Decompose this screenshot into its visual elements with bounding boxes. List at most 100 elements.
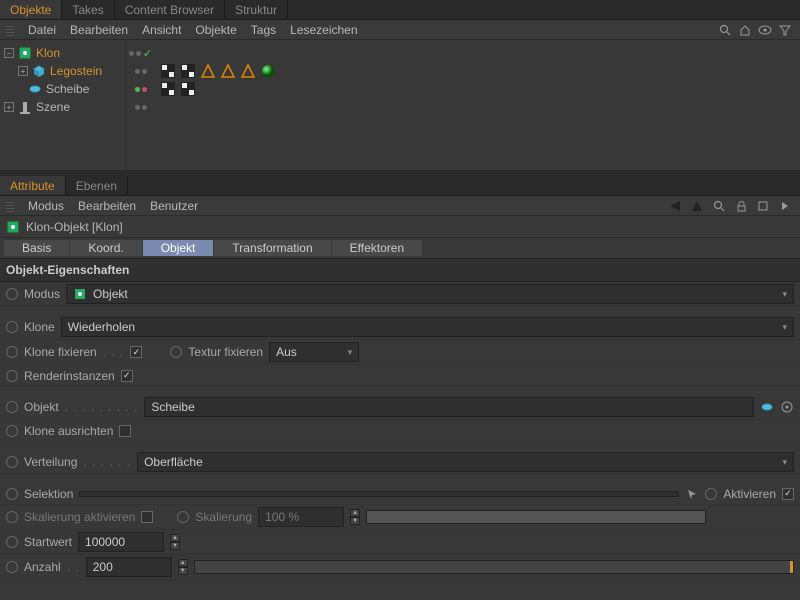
- prop-label: Modus: [24, 287, 60, 301]
- prop-skalierung: Skalierung aktivieren Skalierung 100 % ▲…: [0, 505, 800, 530]
- tag-row: [161, 44, 794, 62]
- checker-tag-icon[interactable]: [181, 64, 195, 78]
- nav-back-icon[interactable]: [668, 199, 682, 213]
- prop-label: Skalierung: [195, 510, 252, 524]
- modus-dropdown[interactable]: Objekt: [66, 284, 794, 304]
- subtab-effektoren[interactable]: Effektoren: [332, 240, 422, 256]
- sphere-tag-icon[interactable]: [261, 64, 275, 78]
- selektion-field[interactable]: [79, 491, 679, 497]
- spinner[interactable]: ▲▼: [350, 509, 360, 525]
- klone-ausrichten-checkbox[interactable]: [119, 425, 131, 437]
- search-icon[interactable]: [712, 199, 726, 213]
- keyframe-toggle[interactable]: [6, 488, 18, 500]
- spinner[interactable]: ▲▼: [178, 559, 188, 575]
- spinner[interactable]: ▲▼: [170, 534, 180, 550]
- keyframe-toggle[interactable]: [6, 511, 18, 523]
- expand-toggle[interactable]: +: [18, 66, 28, 76]
- aktivieren-checkbox[interactable]: [782, 488, 794, 500]
- verteilung-dropdown[interactable]: Oberfläche: [137, 452, 794, 472]
- home-icon[interactable]: [738, 23, 752, 37]
- menu-objekte[interactable]: Objekte: [195, 23, 236, 37]
- keyframe-toggle[interactable]: [6, 425, 18, 437]
- menu-bearbeiten[interactable]: Bearbeiten: [70, 23, 128, 37]
- dropdown-value: Oberfläche: [144, 455, 203, 469]
- keyframe-toggle[interactable]: [6, 561, 18, 573]
- menu-modus[interactable]: Modus: [28, 199, 64, 213]
- klone-fixieren-checkbox[interactable]: [130, 346, 142, 358]
- menu-datei[interactable]: Datei: [28, 23, 56, 37]
- keyframe-toggle[interactable]: [6, 288, 18, 300]
- tree-item-szene[interactable]: + Szene: [2, 98, 123, 116]
- subtab-objekt[interactable]: Objekt: [143, 240, 214, 256]
- warning-tag-icon[interactable]: [201, 64, 215, 78]
- keyframe-toggle[interactable]: [177, 511, 189, 523]
- keyframe-toggle[interactable]: [170, 346, 182, 358]
- visibility-dots[interactable]: ✓: [126, 44, 155, 62]
- menu-tags[interactable]: Tags: [251, 23, 276, 37]
- klone-dropdown[interactable]: Wiederholen: [61, 317, 794, 337]
- prop-label: Klone fixieren: [24, 345, 97, 359]
- keyframe-toggle[interactable]: [6, 321, 18, 333]
- menu-lesezeichen[interactable]: Lesezeichen: [290, 23, 357, 37]
- panel-grip-icon[interactable]: [6, 24, 14, 36]
- objekt-link-field[interactable]: Scheibe: [144, 397, 754, 417]
- expand-toggle[interactable]: −: [4, 48, 14, 58]
- field-value: Scheibe: [151, 400, 194, 414]
- anzahl-slider[interactable]: [194, 560, 794, 574]
- pick-icon[interactable]: [685, 487, 699, 501]
- cloner-icon: [6, 220, 20, 234]
- keyframe-toggle[interactable]: [6, 401, 18, 413]
- arrow-right-icon[interactable]: [778, 199, 792, 213]
- pick-icon[interactable]: [780, 400, 794, 414]
- keyframe-toggle[interactable]: [705, 488, 717, 500]
- keyframe-toggle[interactable]: [6, 346, 18, 358]
- renderinstanzen-checkbox[interactable]: [121, 370, 133, 382]
- filter-icon[interactable]: [778, 23, 792, 37]
- lock-icon[interactable]: [734, 199, 748, 213]
- search-icon[interactable]: [718, 23, 732, 37]
- keyframe-toggle[interactable]: [6, 370, 18, 382]
- dropdown-value: Aus: [276, 345, 297, 359]
- grid-tag-icon[interactable]: [161, 82, 175, 96]
- menu-bearbeiten2[interactable]: Bearbeiten: [78, 199, 136, 213]
- dropdown-value: Wiederholen: [68, 320, 135, 334]
- tab-content-browser[interactable]: Content Browser: [115, 0, 225, 19]
- nav-up-icon[interactable]: [690, 199, 704, 213]
- textur-fixieren-dropdown[interactable]: Aus: [269, 342, 359, 362]
- visibility-dots[interactable]: [126, 98, 155, 116]
- tab-struktur[interactable]: Struktur: [225, 0, 288, 19]
- visibility-dots[interactable]: [126, 80, 155, 98]
- prop-klone-ausrichten: Klone ausrichten: [0, 420, 800, 442]
- subtab-koord[interactable]: Koord.: [70, 240, 141, 256]
- skalierung-slider[interactable]: [366, 510, 706, 524]
- tab-takes[interactable]: Takes: [62, 0, 114, 19]
- eye-icon[interactable]: [758, 23, 772, 37]
- new-icon[interactable]: [756, 199, 770, 213]
- checker-tag-icon[interactable]: [181, 82, 195, 96]
- tab-attribute[interactable]: Attribute: [0, 176, 66, 195]
- tree-item-legostein[interactable]: + Legostein: [2, 62, 123, 80]
- tab-ebenen[interactable]: Ebenen: [66, 176, 128, 195]
- tree-item-klon[interactable]: − Klon: [2, 44, 123, 62]
- expand-toggle[interactable]: +: [4, 102, 14, 112]
- disc-icon[interactable]: [760, 400, 774, 414]
- subtab-transformation[interactable]: Transformation: [214, 240, 330, 256]
- tab-objekte[interactable]: Objekte: [0, 0, 62, 19]
- startwert-field[interactable]: 100000: [78, 532, 164, 552]
- subtab-basis[interactable]: Basis: [4, 240, 69, 256]
- grid-tag-icon[interactable]: [161, 64, 175, 78]
- anzahl-field[interactable]: 200: [86, 557, 172, 577]
- panel-grip-icon[interactable]: [6, 200, 14, 212]
- menu-ansicht[interactable]: Ansicht: [142, 23, 181, 37]
- attribute-object-header: Klon-Objekt [Klon]: [0, 216, 800, 238]
- keyframe-toggle[interactable]: [6, 536, 18, 548]
- warning-tag-icon[interactable]: [221, 64, 235, 78]
- attribute-tabbar: Attribute Ebenen: [0, 176, 800, 196]
- menu-benutzer[interactable]: Benutzer: [150, 199, 198, 213]
- skalierung-aktivieren-checkbox[interactable]: [141, 511, 153, 523]
- tree-item-scheibe[interactable]: Scheibe: [2, 80, 123, 98]
- skalierung-field[interactable]: 100 %: [258, 507, 344, 527]
- warning-tag-icon[interactable]: [241, 64, 255, 78]
- visibility-dots[interactable]: [126, 62, 155, 80]
- keyframe-toggle[interactable]: [6, 456, 18, 468]
